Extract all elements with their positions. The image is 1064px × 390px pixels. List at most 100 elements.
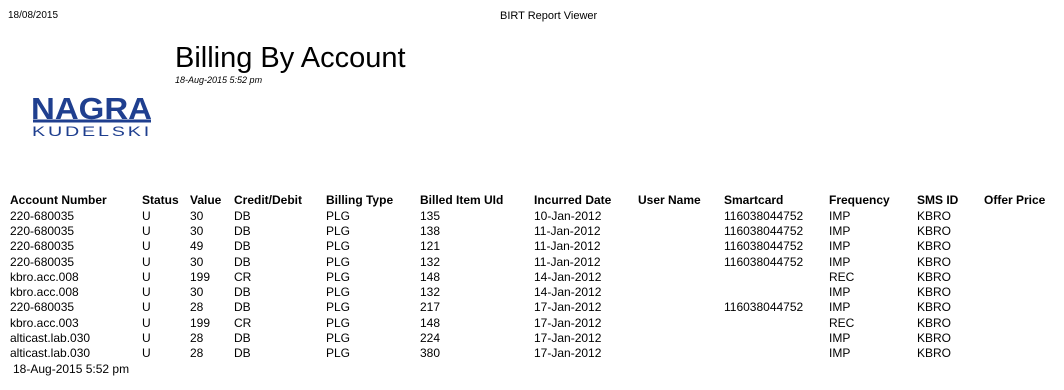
table-cell bbox=[638, 269, 724, 284]
viewer-title: BIRT Report Viewer bbox=[500, 10, 598, 22]
table-cell: 220-680035 bbox=[10, 208, 75, 223]
table-cell: CR bbox=[234, 269, 252, 284]
table-cell: KBRO bbox=[917, 239, 952, 254]
column-header: Billing Type bbox=[326, 193, 394, 207]
table-cell: IMP bbox=[829, 208, 851, 223]
billing-table: Account Number Status Value Credit/Debit Bil… bbox=[10, 192, 1054, 361]
table-cell: 220-680035 bbox=[10, 300, 75, 315]
table-cell bbox=[638, 223, 724, 238]
table-cell bbox=[984, 300, 1054, 315]
table-cell: 199 bbox=[190, 315, 211, 330]
table-row: alticast.lab.030 U 28 DB PLG 224 17-Jan-2012 IM… bbox=[10, 330, 1054, 345]
table-cell: KBRO bbox=[917, 346, 952, 361]
table-row: kbro.acc.003 U 199 CR PLG 148 17-Jan-2012 REC KB… bbox=[10, 315, 1054, 330]
table-cell: DB bbox=[234, 254, 251, 269]
table-row: alticast.lab.030 U 28 DB PLG 380 17-Jan-2012 IM… bbox=[10, 346, 1054, 361]
table-cell: 135 bbox=[420, 208, 441, 223]
table-cell: 49 bbox=[190, 239, 204, 254]
table-cell: U bbox=[142, 331, 151, 346]
table-cell: PLG bbox=[326, 239, 351, 254]
table-cell: IMP bbox=[829, 331, 851, 346]
column-header: Smartcard bbox=[724, 193, 784, 207]
table-cell: 116038044752 bbox=[724, 208, 804, 223]
table-cell: IMP bbox=[829, 346, 851, 361]
table-cell: U bbox=[142, 346, 151, 361]
table-cell: kbro.acc.003 bbox=[10, 315, 79, 330]
table-cell: IMP bbox=[829, 254, 851, 269]
table-cell: KBRO bbox=[917, 331, 952, 346]
table-cell: PLG bbox=[326, 254, 351, 269]
table-cell: 30 bbox=[190, 223, 204, 238]
table-cell: 28 bbox=[190, 346, 204, 361]
table-cell: IMP bbox=[829, 239, 851, 254]
column-header: Credit/Debit bbox=[234, 193, 303, 207]
table-cell bbox=[724, 315, 829, 330]
table-cell: alticast.lab.030 bbox=[10, 346, 91, 361]
table-cell: REC bbox=[829, 269, 855, 284]
table-cell: kbro.acc.008 bbox=[10, 269, 79, 284]
print-date: 18/08/2015 bbox=[8, 10, 59, 21]
table-cell: U bbox=[142, 269, 151, 284]
table-cell: kbro.acc.008 bbox=[10, 285, 79, 300]
column-header: Incurred Date bbox=[534, 193, 612, 207]
table-cell: 116038044752 bbox=[724, 223, 804, 238]
table-cell: 224 bbox=[420, 331, 441, 346]
table-cell: PLG bbox=[326, 300, 351, 315]
table-cell: DB bbox=[234, 331, 251, 346]
column-header: Billed Item UId bbox=[420, 193, 504, 207]
table-cell: DB bbox=[234, 300, 251, 315]
table-cell: 148 bbox=[420, 315, 441, 330]
table-cell: 116038044752 bbox=[724, 300, 804, 315]
table-cell bbox=[638, 330, 724, 345]
table-cell bbox=[724, 346, 829, 361]
table-cell: 28 bbox=[190, 331, 204, 346]
report-timestamp: 18-Aug-2015 5:52 pm bbox=[175, 75, 263, 85]
column-header: Value bbox=[190, 193, 222, 207]
table-cell: 17-Jan-2012 bbox=[534, 331, 602, 346]
table-cell bbox=[638, 208, 724, 223]
table-cell: 17-Jan-2012 bbox=[534, 346, 602, 361]
table-cell bbox=[984, 208, 1054, 223]
table-cell: 11-Jan-2012 bbox=[534, 223, 601, 238]
table-cell: U bbox=[142, 254, 151, 269]
table-cell: PLG bbox=[326, 346, 351, 361]
table-cell: KBRO bbox=[917, 285, 952, 300]
table-cell: U bbox=[142, 208, 151, 223]
table-cell: 17-Jan-2012 bbox=[534, 315, 602, 330]
table-cell: 14-Jan-2012 bbox=[534, 269, 602, 284]
table-row: 220-680035 U 30 DB PLG 135 10-Jan-2012 11603804… bbox=[10, 208, 1054, 223]
column-header: Status bbox=[142, 193, 179, 207]
table-cell: 138 bbox=[420, 223, 441, 238]
table-row: 220-680035 U 28 DB PLG 217 17-Jan-2012 11603804… bbox=[10, 300, 1054, 315]
table-cell: DB bbox=[234, 239, 251, 254]
table-cell: DB bbox=[234, 208, 251, 223]
table-cell: REC bbox=[829, 315, 855, 330]
table-cell bbox=[724, 284, 829, 299]
table-cell: U bbox=[142, 300, 151, 315]
table-cell: 220-680035 bbox=[10, 239, 75, 254]
table-cell: U bbox=[142, 315, 151, 330]
table-cell: 199 bbox=[190, 269, 211, 284]
table-cell: PLG bbox=[326, 223, 351, 238]
table-cell: DB bbox=[234, 285, 251, 300]
table-cell: U bbox=[142, 285, 151, 300]
table-cell: PLG bbox=[326, 331, 351, 346]
table-cell: 121 bbox=[420, 239, 441, 254]
table-row: 220-680035 U 30 DB PLG 138 11-Jan-2012 11603804… bbox=[10, 223, 1054, 238]
table-cell bbox=[984, 284, 1054, 299]
table-cell: KBRO bbox=[917, 254, 952, 269]
table-header-row: Account Number Status Value Credit/Debit Bil… bbox=[10, 192, 1054, 208]
table-cell: 14-Jan-2012 bbox=[534, 285, 602, 300]
footer-timestamp: 18-Aug-2015 5:52 pm bbox=[13, 362, 130, 376]
table-cell: 132 bbox=[420, 254, 441, 269]
table-row: 220-680035 U 49 DB PLG 121 11-Jan-2012 11603804… bbox=[10, 239, 1054, 254]
column-header: Account Number bbox=[10, 193, 107, 207]
table-cell: KBRO bbox=[917, 223, 952, 238]
table-cell: PLG bbox=[326, 285, 351, 300]
table-cell: 11-Jan-2012 bbox=[534, 254, 601, 269]
table-cell bbox=[724, 330, 829, 345]
table-cell bbox=[984, 330, 1054, 345]
table-cell: DB bbox=[234, 223, 251, 238]
table-cell bbox=[984, 269, 1054, 284]
table-cell: PLG bbox=[326, 315, 351, 330]
